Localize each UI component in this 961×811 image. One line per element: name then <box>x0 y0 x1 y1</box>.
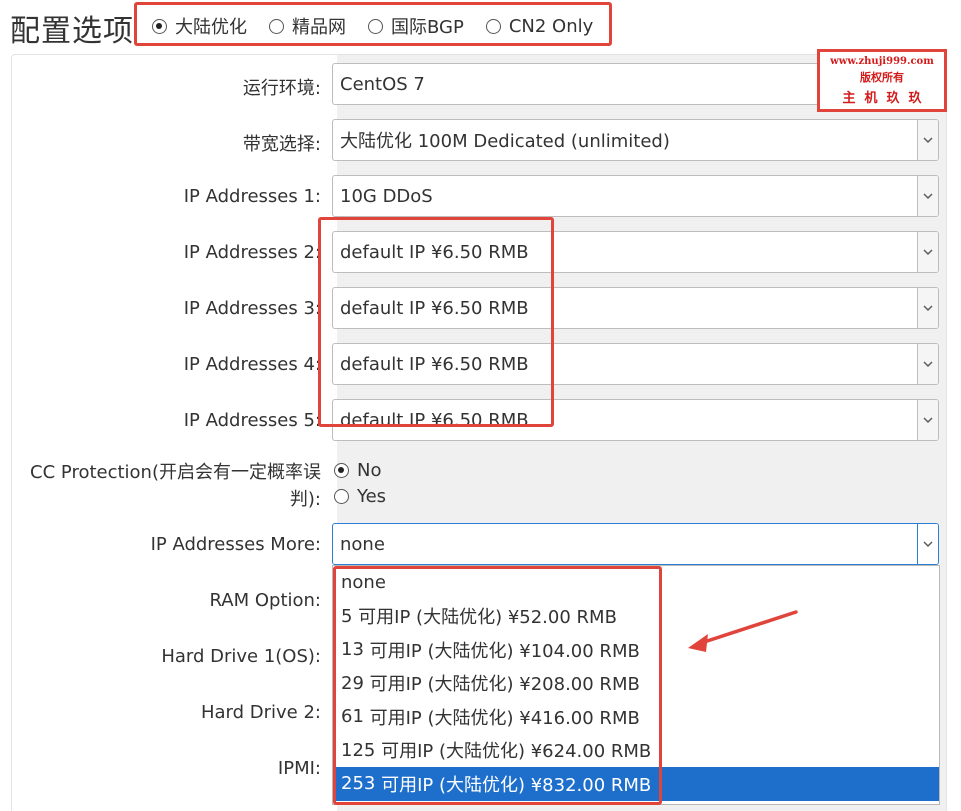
watermark-url: www.zhuji999.com <box>830 55 934 67</box>
chevron-down-icon[interactable] <box>917 120 938 160</box>
ip-more-select[interactable]: none <box>332 523 939 565</box>
dropdown-option[interactable]: 29 可用IP (大陆优化) ¥208.00 RMB <box>333 667 939 701</box>
watermark-copyright: 版权所有 <box>860 70 904 84</box>
cc-protection-options: No Yes <box>334 460 386 507</box>
cc-label-line1: CC Protection(开启会有一定概率误 <box>30 462 321 483</box>
chevron-down-icon[interactable] <box>917 176 938 216</box>
cc-option-yes[interactable]: Yes <box>334 486 386 507</box>
ip-more-dropdown-list: none 5 可用IP (大陆优化) ¥52.00 RMB 13 可用IP (大… <box>332 565 940 805</box>
option-text: 可用IP (大陆优化) ¥208.00 RMB <box>363 674 640 696</box>
region-option-label: 国际BGP <box>391 17 464 38</box>
region-option-label: 大陆优化 <box>175 17 247 38</box>
dropdown-option[interactable]: 13 可用IP (大陆优化) ¥104.00 RMB <box>333 633 939 667</box>
os-select-value: CentOS 7 <box>340 73 425 95</box>
ip2-select[interactable]: default IP ¥6.50 RMB <box>332 231 939 273</box>
dropdown-option[interactable]: 5 可用IP (大陆优化) ¥52.00 RMB <box>333 600 939 634</box>
radio-checked-icon[interactable] <box>334 463 349 478</box>
chevron-down-icon[interactable] <box>917 344 938 384</box>
option-text: 可用IP (大陆优化) ¥104.00 RMB <box>363 640 640 662</box>
ip3-select-value: default IP ¥6.50 RMB <box>340 297 529 319</box>
option-count: 253 <box>341 773 376 795</box>
ip5-label: IP Addresses 5: <box>183 410 321 431</box>
ip4-label: IP Addresses 4: <box>183 354 321 375</box>
ip-more-label: IP Addresses More: <box>150 534 321 555</box>
dropdown-option[interactable]: none <box>333 566 939 600</box>
watermark-stamp: www.zhuji999.com 版权所有 主机玖玖 <box>817 49 947 112</box>
region-option-premium[interactable]: 精品网 <box>269 13 346 39</box>
cc-protection-label: CC Protection(开启会有一定概率误 判): <box>30 459 321 513</box>
option-text: 可用IP (大陆优化) ¥832.00 RMB <box>375 774 652 796</box>
option-text: 可用IP (大陆优化) ¥416.00 RMB <box>363 707 640 729</box>
option-count: 61 <box>341 706 364 728</box>
region-option-cn2[interactable]: CN2 Only <box>485 15 594 37</box>
ip2-select-value: default IP ¥6.50 RMB <box>340 241 529 263</box>
watermark-brand: 主机玖玖 <box>842 90 931 106</box>
dropdown-option[interactable]: 125 可用IP (大陆优化) ¥624.00 RMB <box>333 734 939 768</box>
ip1-label: IP Addresses 1: <box>183 186 321 207</box>
ram-label: RAM Option: <box>209 590 321 611</box>
hd2-label: Hard Drive 2: <box>200 702 321 723</box>
chevron-down-icon[interactable] <box>917 400 938 440</box>
chevron-down-icon[interactable] <box>917 232 938 272</box>
ip3-select[interactable]: default IP ¥6.50 RMB <box>332 287 939 329</box>
ip4-select[interactable]: default IP ¥6.50 RMB <box>332 343 939 385</box>
cc-option-no[interactable]: No <box>334 460 386 481</box>
ip2-label: IP Addresses 2: <box>183 242 321 263</box>
hd1-label: Hard Drive 1(OS): <box>161 646 321 667</box>
bandwidth-label: 带宽选择: <box>242 134 321 155</box>
region-option-mainland[interactable]: 大陆优化 <box>152 13 247 39</box>
ip-more-select-value: none <box>340 533 385 555</box>
radio-checked-icon[interactable] <box>152 18 167 34</box>
region-option-bgp[interactable]: 国际BGP <box>368 13 464 39</box>
ip3-label: IP Addresses 3: <box>183 298 321 319</box>
radio-unchecked-icon[interactable] <box>269 18 284 34</box>
dropdown-option-selected[interactable]: 253 可用IP (大陆优化) ¥832.00 RMB <box>333 767 939 801</box>
ip1-select[interactable]: 10G DDoS <box>332 175 939 217</box>
radio-unchecked-icon[interactable] <box>485 18 501 34</box>
bandwidth-select-value: 大陆优化 100M Dedicated (unlimited) <box>340 131 670 152</box>
annotation-arrow-icon <box>688 610 798 652</box>
ip1-select-value: 10G DDoS <box>340 185 433 207</box>
bandwidth-select[interactable]: 大陆优化 100M Dedicated (unlimited) <box>332 119 939 161</box>
radio-unchecked-icon[interactable] <box>368 18 383 34</box>
ip4-select-value: default IP ¥6.50 RMB <box>340 353 529 375</box>
option-count: 29 <box>341 672 364 694</box>
option-count: 13 <box>341 639 364 661</box>
cc-option-label: No <box>357 460 382 481</box>
cc-label-line2: 判): <box>289 489 321 510</box>
ip5-select-value: default IP ¥6.50 RMB <box>340 409 529 431</box>
cc-option-label: Yes <box>357 486 387 507</box>
ip5-select[interactable]: default IP ¥6.50 RMB <box>332 399 939 441</box>
chevron-down-icon[interactable] <box>917 524 938 564</box>
region-option-label: 精品网 <box>292 17 346 38</box>
radio-unchecked-icon[interactable] <box>334 489 349 504</box>
region-option-label: CN2 Only <box>508 15 594 37</box>
option-count: 125 <box>341 739 376 761</box>
page-title: 配置选项 <box>10 14 134 49</box>
option-text: 可用IP (大陆优化) ¥52.00 RMB <box>352 607 617 629</box>
os-label: 运行环境: <box>242 78 321 99</box>
region-radio-group: 大陆优化 精品网 国际BGP CN2 Only <box>138 6 610 46</box>
dropdown-option[interactable]: 61 可用IP (大陆优化) ¥416.00 RMB <box>333 700 939 734</box>
chevron-down-icon[interactable] <box>917 288 938 328</box>
option-text: 可用IP (大陆优化) ¥624.00 RMB <box>375 741 652 763</box>
ipmi-label: IPMI: <box>277 758 321 779</box>
option-count: none <box>341 572 386 594</box>
option-count: 5 <box>341 605 353 627</box>
